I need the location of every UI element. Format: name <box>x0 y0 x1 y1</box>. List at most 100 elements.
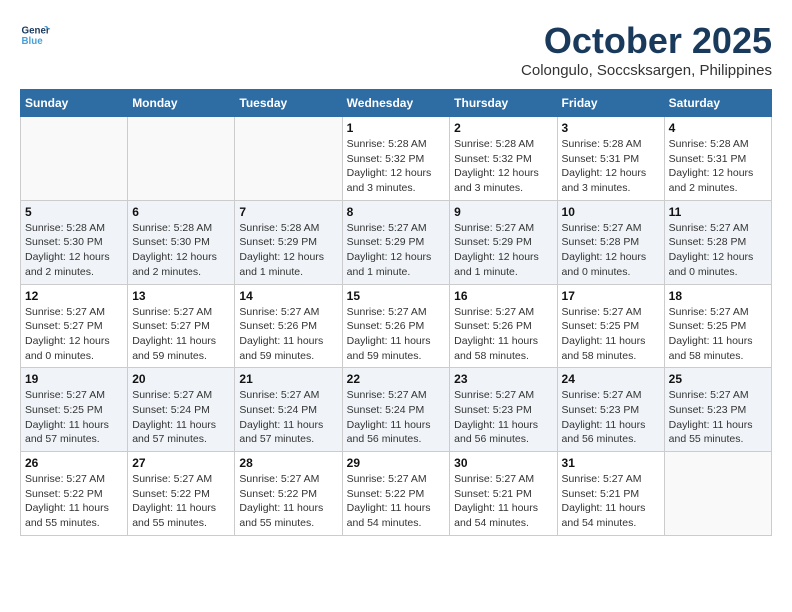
day-info: Sunrise: 5:27 AM Sunset: 5:26 PM Dayligh… <box>347 305 446 364</box>
day-number: 8 <box>347 205 446 219</box>
day-info: Sunrise: 5:28 AM Sunset: 5:31 PM Dayligh… <box>562 137 660 196</box>
day-number: 24 <box>562 372 660 386</box>
weekday-header: Saturday <box>664 90 771 117</box>
calendar-day-cell: 30 Sunrise: 5:27 AM Sunset: 5:21 PM Dayli… <box>450 452 557 536</box>
day-info: Sunrise: 5:27 AM Sunset: 5:21 PM Dayligh… <box>562 472 660 531</box>
day-number: 1 <box>347 121 446 135</box>
day-info: Sunrise: 5:27 AM Sunset: 5:27 PM Dayligh… <box>25 305 123 364</box>
day-info: Sunrise: 5:27 AM Sunset: 5:25 PM Dayligh… <box>562 305 660 364</box>
day-number: 9 <box>454 205 552 219</box>
calendar-header-row: SundayMondayTuesdayWednesdayThursdayFrid… <box>21 90 772 117</box>
day-info: Sunrise: 5:27 AM Sunset: 5:21 PM Dayligh… <box>454 472 552 531</box>
calendar-day-cell <box>664 452 771 536</box>
day-number: 21 <box>239 372 337 386</box>
calendar-week-row: 19 Sunrise: 5:27 AM Sunset: 5:25 PM Dayli… <box>21 368 772 452</box>
day-info: Sunrise: 5:27 AM Sunset: 5:23 PM Dayligh… <box>454 388 552 447</box>
day-number: 16 <box>454 289 552 303</box>
calendar-day-cell: 25 Sunrise: 5:27 AM Sunset: 5:23 PM Dayli… <box>664 368 771 452</box>
day-number: 2 <box>454 121 552 135</box>
day-info: Sunrise: 5:28 AM Sunset: 5:32 PM Dayligh… <box>454 137 552 196</box>
weekday-header: Thursday <box>450 90 557 117</box>
calendar-day-cell: 2 Sunrise: 5:28 AM Sunset: 5:32 PM Daylig… <box>450 117 557 201</box>
calendar-day-cell: 3 Sunrise: 5:28 AM Sunset: 5:31 PM Daylig… <box>557 117 664 201</box>
day-info: Sunrise: 5:28 AM Sunset: 5:30 PM Dayligh… <box>25 221 123 280</box>
day-number: 28 <box>239 456 337 470</box>
day-number: 4 <box>669 121 767 135</box>
calendar-day-cell: 7 Sunrise: 5:28 AM Sunset: 5:29 PM Daylig… <box>235 200 342 284</box>
calendar-day-cell: 19 Sunrise: 5:27 AM Sunset: 5:25 PM Dayli… <box>21 368 128 452</box>
calendar-day-cell <box>128 117 235 201</box>
calendar-day-cell: 22Sunrise: 5:27 AM Sunset: 5:24 PM Dayli… <box>342 368 450 452</box>
calendar-day-cell: 11Sunrise: 5:27 AM Sunset: 5:28 PM Dayli… <box>664 200 771 284</box>
calendar-day-cell <box>235 117 342 201</box>
calendar-day-cell: 27 Sunrise: 5:27 AM Sunset: 5:22 PM Dayli… <box>128 452 235 536</box>
day-number: 13 <box>132 289 230 303</box>
day-number: 18 <box>669 289 767 303</box>
calendar-week-row: 5 Sunrise: 5:28 AM Sunset: 5:30 PM Daylig… <box>21 200 772 284</box>
calendar-day-cell <box>21 117 128 201</box>
calendar-table: SundayMondayTuesdayWednesdayThursdayFrid… <box>20 89 772 536</box>
day-info: Sunrise: 5:27 AM Sunset: 5:22 PM Dayligh… <box>25 472 123 531</box>
calendar-day-cell: 9 Sunrise: 5:27 AM Sunset: 5:29 PM Daylig… <box>450 200 557 284</box>
day-info: Sunrise: 5:27 AM Sunset: 5:25 PM Dayligh… <box>669 305 767 364</box>
calendar-week-row: 1 Sunrise: 5:28 AM Sunset: 5:32 PM Daylig… <box>21 117 772 201</box>
calendar-day-cell: 17 Sunrise: 5:27 AM Sunset: 5:25 PM Dayli… <box>557 284 664 368</box>
calendar-day-cell: 28Sunrise: 5:27 AM Sunset: 5:22 PM Dayli… <box>235 452 342 536</box>
day-info: Sunrise: 5:27 AM Sunset: 5:23 PM Dayligh… <box>669 388 767 447</box>
weekday-header: Sunday <box>21 90 128 117</box>
day-info: Sunrise: 5:27 AM Sunset: 5:24 PM Dayligh… <box>132 388 230 447</box>
calendar-day-cell: 8Sunrise: 5:27 AM Sunset: 5:29 PM Daylig… <box>342 200 450 284</box>
calendar-week-row: 12 Sunrise: 5:27 AM Sunset: 5:27 PM Dayli… <box>21 284 772 368</box>
weekday-header: Friday <box>557 90 664 117</box>
day-number: 14 <box>239 289 337 303</box>
calendar-day-cell: 23 Sunrise: 5:27 AM Sunset: 5:23 PM Dayli… <box>450 368 557 452</box>
day-number: 11 <box>669 205 767 219</box>
day-number: 3 <box>562 121 660 135</box>
day-info: Sunrise: 5:28 AM Sunset: 5:30 PM Dayligh… <box>132 221 230 280</box>
day-info: Sunrise: 5:28 AM Sunset: 5:31 PM Dayligh… <box>669 137 767 196</box>
calendar-day-cell: 16 Sunrise: 5:27 AM Sunset: 5:26 PM Dayli… <box>450 284 557 368</box>
logo-icon: General Blue <box>20 20 50 50</box>
day-number: 12 <box>25 289 123 303</box>
title-section: October 2025 Colongulo, Soccsksargen, Ph… <box>521 20 772 79</box>
day-info: Sunrise: 5:27 AM Sunset: 5:27 PM Dayligh… <box>132 305 230 364</box>
day-info: Sunrise: 5:27 AM Sunset: 5:22 PM Dayligh… <box>132 472 230 531</box>
calendar-day-cell: 5 Sunrise: 5:28 AM Sunset: 5:30 PM Daylig… <box>21 200 128 284</box>
day-number: 29 <box>347 456 446 470</box>
day-number: 19 <box>25 372 123 386</box>
calendar-day-cell: 29Sunrise: 5:27 AM Sunset: 5:22 PM Dayli… <box>342 452 450 536</box>
day-number: 15 <box>347 289 446 303</box>
weekday-header: Monday <box>128 90 235 117</box>
logo: General Blue <box>20 20 50 50</box>
day-number: 7 <box>239 205 337 219</box>
calendar-day-cell: 15 Sunrise: 5:27 AM Sunset: 5:26 PM Dayli… <box>342 284 450 368</box>
day-number: 17 <box>562 289 660 303</box>
day-info: Sunrise: 5:27 AM Sunset: 5:25 PM Dayligh… <box>25 388 123 447</box>
calendar-day-cell: 1Sunrise: 5:28 AM Sunset: 5:32 PM Daylig… <box>342 117 450 201</box>
day-info: Sunrise: 5:27 AM Sunset: 5:29 PM Dayligh… <box>454 221 552 280</box>
day-info: Sunrise: 5:27 AM Sunset: 5:26 PM Dayligh… <box>454 305 552 364</box>
day-number: 5 <box>25 205 123 219</box>
calendar-day-cell: 26 Sunrise: 5:27 AM Sunset: 5:22 PM Dayli… <box>21 452 128 536</box>
weekday-header: Wednesday <box>342 90 450 117</box>
day-number: 31 <box>562 456 660 470</box>
day-info: Sunrise: 5:28 AM Sunset: 5:29 PM Dayligh… <box>239 221 337 280</box>
svg-text:Blue: Blue <box>22 36 44 47</box>
calendar-day-cell: 6 Sunrise: 5:28 AM Sunset: 5:30 PM Daylig… <box>128 200 235 284</box>
day-number: 23 <box>454 372 552 386</box>
calendar-day-cell: 4 Sunrise: 5:28 AM Sunset: 5:31 PM Daylig… <box>664 117 771 201</box>
calendar-day-cell: 18 Sunrise: 5:27 AM Sunset: 5:25 PM Dayli… <box>664 284 771 368</box>
day-number: 27 <box>132 456 230 470</box>
day-number: 26 <box>25 456 123 470</box>
calendar-week-row: 26 Sunrise: 5:27 AM Sunset: 5:22 PM Dayli… <box>21 452 772 536</box>
month-title: October 2025 <box>521 20 772 62</box>
calendar-day-cell: 31 Sunrise: 5:27 AM Sunset: 5:21 PM Dayli… <box>557 452 664 536</box>
day-info: Sunrise: 5:27 AM Sunset: 5:23 PM Dayligh… <box>562 388 660 447</box>
day-number: 6 <box>132 205 230 219</box>
day-number: 25 <box>669 372 767 386</box>
day-number: 30 <box>454 456 552 470</box>
page-header: General Blue October 2025 Colongulo, Soc… <box>20 20 772 79</box>
day-info: Sunrise: 5:27 AM Sunset: 5:24 PM Dayligh… <box>347 388 446 447</box>
calendar-day-cell: 13 Sunrise: 5:27 AM Sunset: 5:27 PM Dayli… <box>128 284 235 368</box>
calendar-day-cell: 20Sunrise: 5:27 AM Sunset: 5:24 PM Dayli… <box>128 368 235 452</box>
